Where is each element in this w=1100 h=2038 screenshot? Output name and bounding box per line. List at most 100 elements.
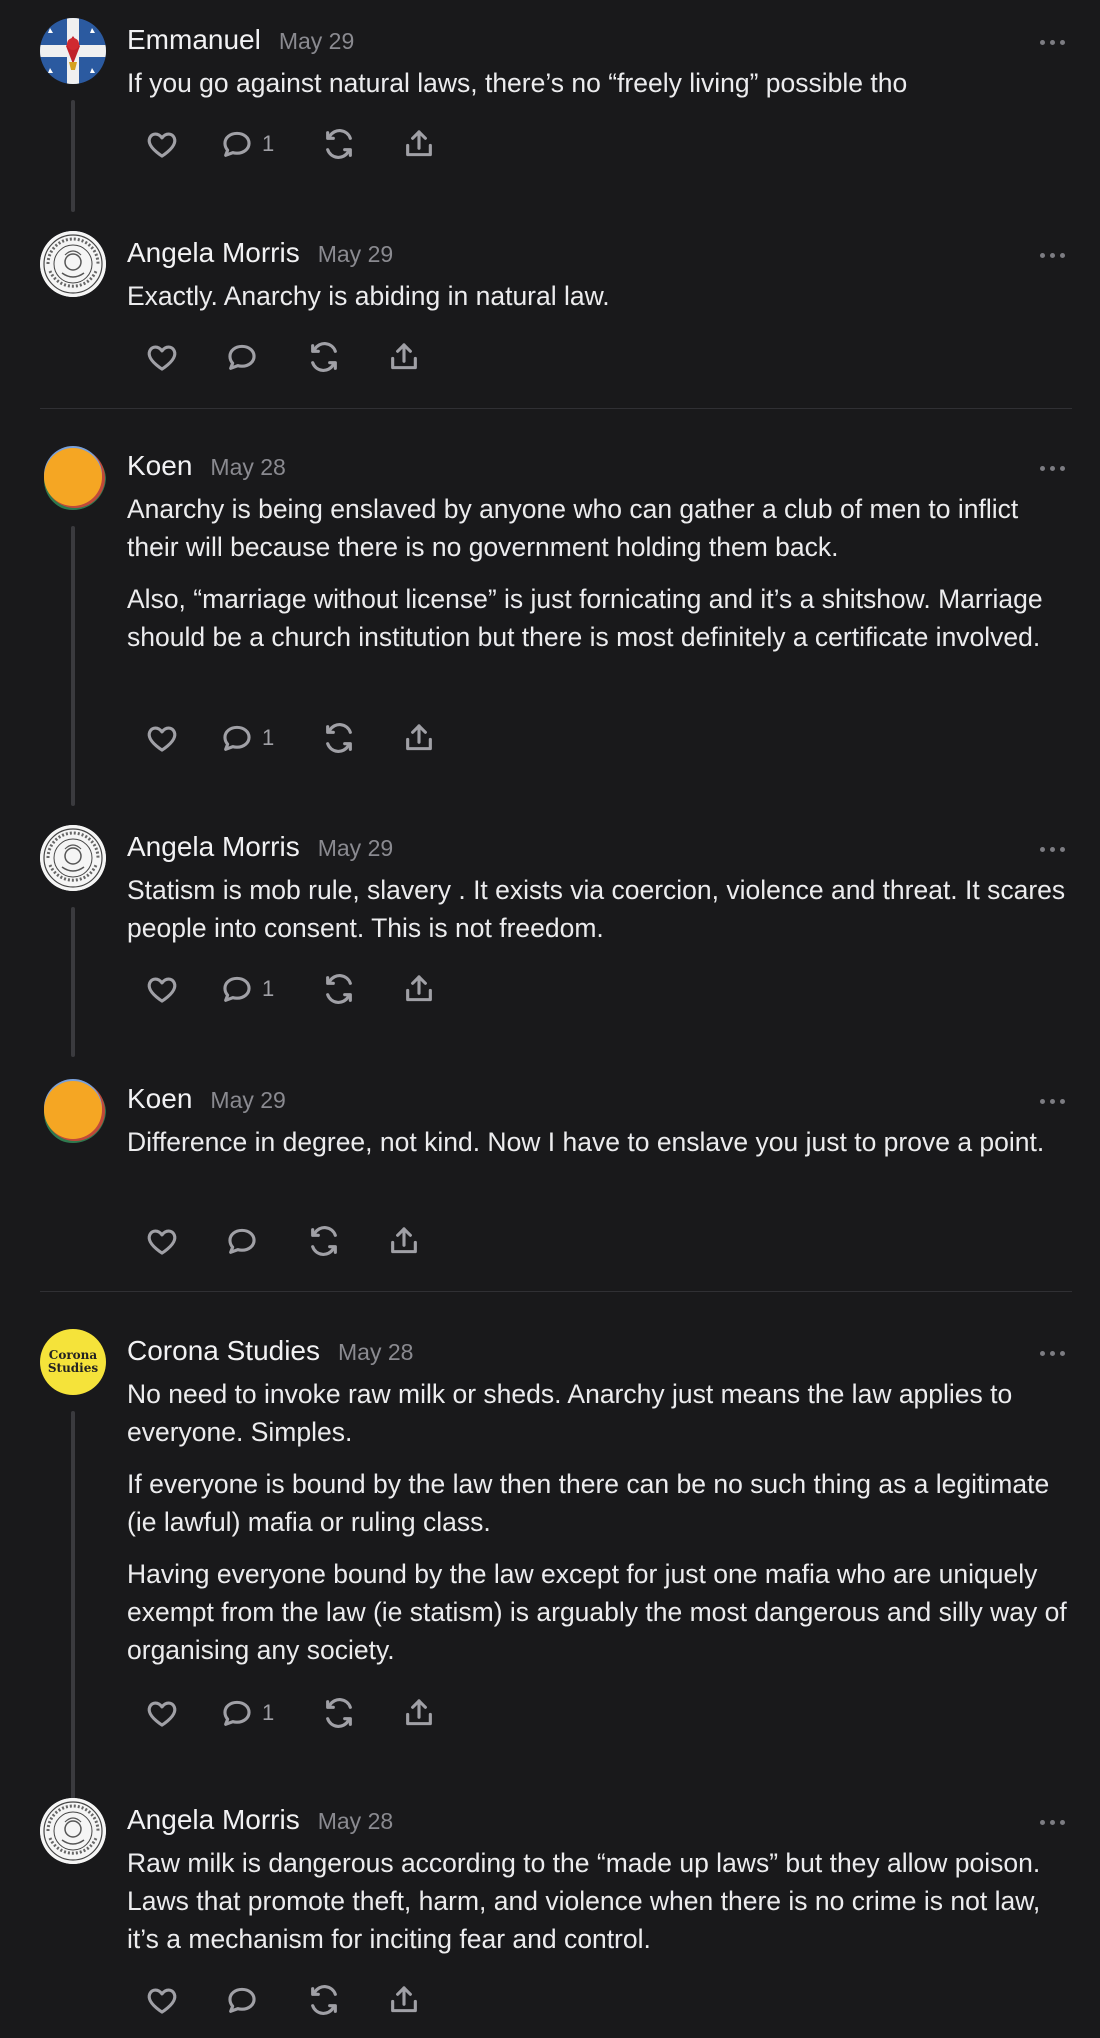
share-upload-icon [391,343,417,370]
reply-button[interactable] [225,1223,259,1259]
like-button[interactable] [145,339,179,375]
seal-avatar-icon [40,825,106,891]
post-date[interactable]: May 29 [210,1087,285,1114]
reply-button[interactable]: 1 [220,971,274,1007]
more-options-icon[interactable] [1040,40,1066,46]
heart-icon [147,345,177,371]
share-upload-icon [391,1227,417,1254]
share-upload-icon [406,975,432,1002]
share-upload-icon [406,130,432,157]
avatar[interactable] [40,1798,106,1864]
avatar[interactable] [40,825,106,891]
avatar[interactable]: Corona Studies [40,1329,106,1395]
share-button[interactable] [402,1695,436,1731]
comment-body: Difference in degree, not kind. Now I ha… [127,1123,1077,1161]
restack-button[interactable] [322,971,356,1007]
comment-text: Exactly. Anarchy is abiding in natural l… [127,281,610,311]
more-options-icon[interactable] [1040,466,1066,472]
comment-text: If you go against natural laws, there’s … [127,68,908,98]
comment-text: Having everyone bound by the law except … [127,1559,1067,1665]
refresh-icon [326,723,352,753]
comment-text: Anarchy is being enslaved by anyone who … [127,494,1019,562]
action-bar: 1 [145,1695,545,1731]
comment-body: Raw milk is dangerous according to the “… [127,1844,1077,1958]
reply-button[interactable] [225,339,259,375]
share-button[interactable] [387,339,421,375]
seal-avatar-icon [40,231,106,297]
like-button[interactable] [145,1982,179,2018]
reply-button[interactable] [225,1982,259,2018]
reply-count: 1 [262,131,275,156]
avatar[interactable] [40,18,106,84]
post-date[interactable]: May 29 [318,835,393,862]
restack-button[interactable] [307,1982,341,2018]
thread-line [71,100,75,212]
post-date[interactable]: May 28 [210,454,285,481]
orange-circle-avatar-icon [44,1079,106,1143]
reply-count: 1 [262,1700,275,1725]
seal-avatar-icon [40,1798,106,1864]
heart-icon [147,977,177,1003]
restack-button[interactable] [322,1695,356,1731]
avatar[interactable] [40,444,106,510]
more-options-icon[interactable] [1040,1351,1066,1357]
author-name[interactable]: Angela Morris [127,1804,300,1836]
comment-body: Anarchy is being enslaved by anyone who … [127,490,1077,656]
flag-cross-avatar-icon [40,18,106,84]
share-button[interactable] [402,126,436,162]
comment-text: If everyone is bound by the law then the… [127,1469,1050,1537]
author-name[interactable]: Angela Morris [127,831,300,863]
post-date[interactable]: May 29 [318,241,393,268]
avatar[interactable] [40,1077,106,1143]
comment-bubble-icon [223,976,251,1002]
author-name[interactable]: Corona Studies [127,1335,320,1367]
author-name[interactable]: Koen [127,1083,192,1115]
comment-bubble-icon [228,1228,256,1254]
comment-bubble-icon [223,1700,251,1726]
like-button[interactable] [145,1695,179,1731]
reply-count: 1 [262,976,275,1001]
restack-button[interactable] [322,720,356,756]
more-options-icon[interactable] [1040,847,1066,853]
share-button[interactable] [402,971,436,1007]
more-options-icon[interactable] [1040,253,1066,259]
author-name[interactable]: Angela Morris [127,237,300,269]
restack-button[interactable] [307,1223,341,1259]
action-bar [145,1982,545,2018]
thread-divider [40,408,1072,409]
more-options-icon[interactable] [1040,1820,1066,1826]
share-button[interactable] [387,1223,421,1259]
share-button[interactable] [402,720,436,756]
reply-button[interactable]: 1 [220,126,274,162]
like-button[interactable] [145,126,179,162]
post-date[interactable]: May 29 [279,28,354,55]
thread-divider [40,1291,1072,1292]
like-button[interactable] [145,1223,179,1259]
refresh-icon [326,974,352,1004]
restack-button[interactable] [307,339,341,375]
comment-bubble-icon [223,131,251,157]
reply-button[interactable]: 1 [220,1695,274,1731]
refresh-icon [326,129,352,159]
comment-text: Also, “marriage without license” is just… [127,584,1043,652]
avatar[interactable] [40,231,106,297]
heart-icon [147,132,177,158]
thread-line [71,907,75,1057]
comment-body: Exactly. Anarchy is abiding in natural l… [127,277,1077,315]
comment-body: If you go against natural laws, there’s … [127,64,1077,102]
share-upload-icon [391,1986,417,2013]
reply-count: 1 [262,725,275,750]
like-button[interactable] [145,720,179,756]
post-date[interactable]: May 28 [318,1808,393,1835]
author-name[interactable]: Emmanuel [127,24,261,56]
more-options-icon[interactable] [1040,1099,1066,1105]
restack-button[interactable] [322,126,356,162]
comment-bubble-icon [223,725,251,751]
reply-button[interactable]: 1 [220,720,274,756]
action-bar: 1 [145,971,545,1007]
share-button[interactable] [387,1982,421,2018]
author-name[interactable]: Koen [127,450,192,482]
comment-text: Difference in degree, not kind. Now I ha… [127,1127,1045,1157]
post-date[interactable]: May 28 [338,1339,413,1366]
like-button[interactable] [145,971,179,1007]
